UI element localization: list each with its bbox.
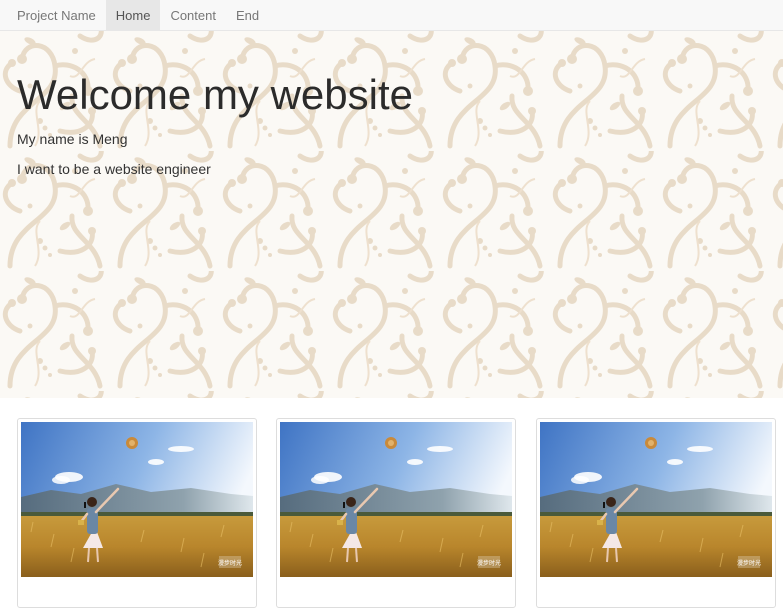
thumbnail-photo: 漫步时光 (540, 422, 772, 577)
navbar: Project Name Home Content End (0, 0, 783, 31)
hero-subtitle-name: My name is Meng (17, 131, 128, 147)
hero-subtitle-goal: I want to be a website engineer (17, 161, 211, 177)
nav-item-content[interactable]: Content (160, 0, 226, 30)
photo-watermark: 漫步时光 (218, 559, 242, 567)
photo-watermark: 漫步时光 (477, 559, 501, 567)
hero-title: Welcome my website (17, 71, 414, 118)
nav-item-end[interactable]: End (226, 0, 269, 30)
nav-item-home[interactable]: Home (105, 0, 161, 30)
thumbnail-card[interactable]: 漫步时光 (17, 418, 257, 608)
hero-jumbotron: Welcome my website My name is Meng I wan… (0, 31, 783, 398)
navbar-brand[interactable]: Project Name (0, 0, 106, 30)
thumbnail-photo: 漫步时光 (280, 422, 512, 577)
thumbnail-photo: 漫步时光 (21, 422, 253, 577)
photo-watermark: 漫步时光 (737, 559, 761, 567)
thumbnail-card[interactable]: 漫步时光 (536, 418, 776, 608)
thumbnail-card[interactable]: 漫步时光 (276, 418, 516, 608)
